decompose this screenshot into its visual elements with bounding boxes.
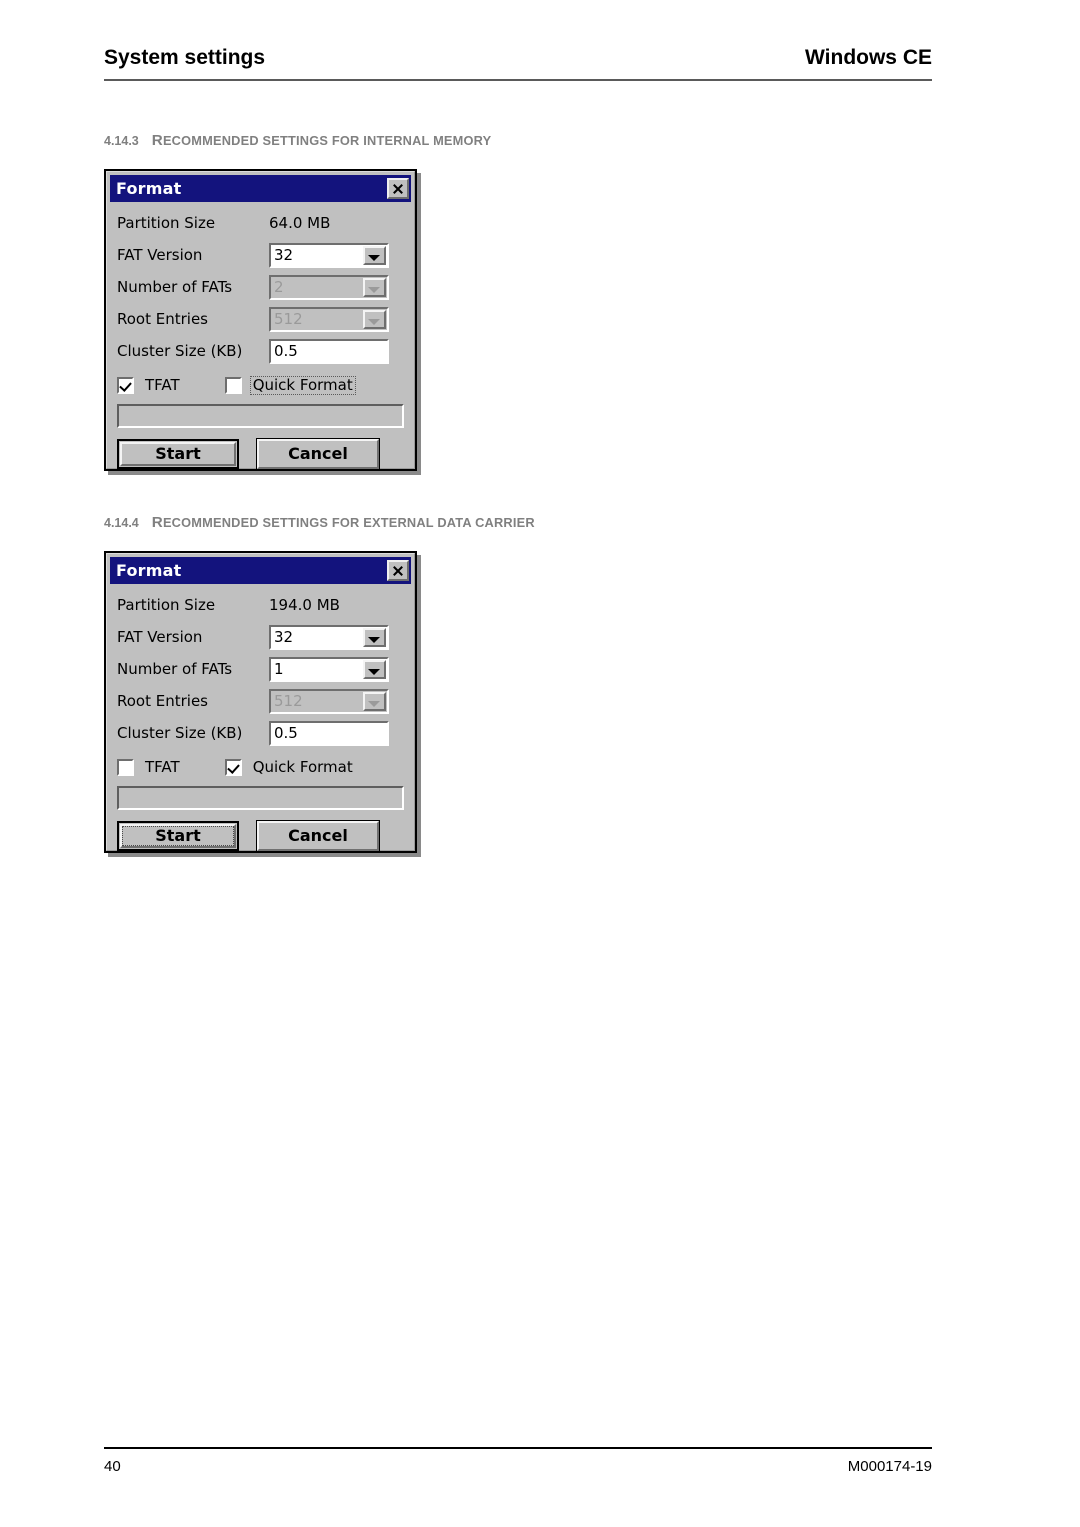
section-title-initial: R [151, 514, 163, 531]
dialog-inner-frame: Format Partition Size 194.0 MB FAT Versi… [106, 553, 415, 851]
tfat-label: TFAT [145, 375, 180, 394]
cancel-button[interactable]: Cancel [257, 821, 379, 851]
row-format-options: TFAT Quick Format [117, 749, 404, 783]
row-fat-version: FAT Version 32 [117, 239, 404, 271]
root-entries-label: Root Entries [117, 309, 208, 328]
section-title-rest: ECOMMENDED SETTINGS FOR INTERNAL MEMORY [162, 133, 492, 148]
section-heading-4-14-4: 4.14.4 RECOMMENDED SETTINGS FOR EXTERNAL … [104, 514, 535, 532]
partition-size-label: Partition Size [117, 213, 216, 232]
quick-format-checkbox[interactable] [224, 758, 242, 776]
chevron-down-icon[interactable] [363, 659, 386, 679]
header-left-title: System settings [104, 46, 266, 69]
section-title-rest: ECOMMENDED SETTINGS FOR EXTERNAL DATA CA… [162, 515, 535, 530]
quick-format-checkbox[interactable] [224, 376, 242, 394]
format-progress-bar [117, 786, 404, 810]
page-header: System settings Windows CE [104, 46, 932, 70]
row-number-of-fats: Number of FATs 2 [117, 271, 404, 303]
cluster-size-input[interactable]: 0.5 [269, 338, 389, 364]
partition-size-label: Partition Size [117, 595, 216, 614]
root-entries-label: Root Entries [117, 691, 208, 710]
dialog-body: Partition Size 194.0 MB FAT Version 32 N… [110, 584, 411, 861]
start-button[interactable]: Start [117, 439, 239, 469]
chevron-down-icon [363, 277, 386, 297]
row-number-of-fats: Number of FATs 1 [117, 653, 404, 685]
format-dialog-external-data-carrier[interactable]: Format Partition Size 194.0 MB FAT Versi… [104, 551, 417, 853]
fat-version-select[interactable]: 32 [269, 242, 389, 268]
section-title: RECOMMENDED SETTINGS FOR EXTERNAL DATA C… [151, 514, 535, 531]
tfat-checkbox[interactable] [117, 376, 134, 394]
footer-divider [104, 1447, 932, 1449]
partition-size-value: 194.0 MB [269, 595, 340, 614]
root-entries-select: 512 [269, 688, 389, 714]
chevron-down-icon[interactable] [363, 627, 386, 647]
row-partition-size: Partition Size 64.0 MB [117, 207, 404, 239]
section-number: 4.14.3 [104, 134, 139, 148]
root-entries-select: 512 [269, 306, 389, 332]
number-of-fats-select[interactable]: 1 [269, 656, 389, 682]
cluster-size-label: Cluster Size (KB) [117, 341, 243, 360]
quick-format-label: Quick Format [252, 757, 353, 776]
header-divider [104, 79, 932, 81]
dialog-title: Format [116, 178, 182, 198]
number-of-fats-label: Number of FATs [117, 659, 233, 678]
fat-version-value: 32 [274, 245, 294, 264]
document-number: M000174-19 [847, 1458, 932, 1475]
page-number: 40 [104, 1458, 121, 1475]
section-heading-4-14-3: 4.14.3 RECOMMENDED SETTINGS FOR INTERNAL … [104, 132, 491, 150]
quick-format-label: Quick Format [249, 375, 356, 395]
chevron-down-icon [363, 309, 386, 329]
number-of-fats-value: 1 [274, 659, 284, 678]
fat-version-label: FAT Version [117, 627, 203, 646]
start-button-face: Start [120, 824, 236, 848]
start-button-face: Start [120, 442, 236, 466]
close-icon[interactable] [387, 560, 409, 581]
format-progress-bar [117, 404, 404, 428]
section-number: 4.14.4 [104, 516, 139, 530]
chevron-down-icon [363, 691, 386, 711]
partition-size-value: 64.0 MB [269, 213, 331, 232]
dialog-titlebar[interactable]: Format [110, 175, 411, 202]
tfat-checkbox[interactable] [117, 758, 134, 776]
root-entries-value: 512 [274, 691, 303, 710]
row-root-entries: Root Entries 512 [117, 303, 404, 335]
tfat-checkbox-group[interactable]: TFAT [117, 375, 182, 394]
number-of-fats-label: Number of FATs [117, 277, 233, 296]
fat-version-value: 32 [274, 627, 294, 646]
dialog-button-row: Start Cancel [117, 821, 404, 851]
row-format-options: TFAT Quick Format [117, 367, 404, 401]
tfat-label: TFAT [145, 757, 180, 776]
fat-version-select[interactable]: 32 [269, 624, 389, 650]
number-of-fats-value: 2 [274, 277, 284, 296]
section-title: RECOMMENDED SETTINGS FOR INTERNAL MEMORY [151, 132, 492, 149]
close-icon[interactable] [387, 178, 409, 199]
start-button[interactable]: Start [117, 821, 239, 851]
number-of-fats-select: 2 [269, 274, 389, 300]
quick-format-checkbox-group[interactable]: Quick Format [224, 757, 355, 776]
chevron-down-icon[interactable] [363, 245, 386, 265]
cancel-button[interactable]: Cancel [257, 439, 379, 469]
quick-format-checkbox-group[interactable]: Quick Format [224, 375, 356, 395]
format-dialog-internal-memory[interactable]: Format Partition Size 64.0 MB FAT Versio… [104, 169, 417, 471]
root-entries-value: 512 [274, 309, 303, 328]
dialog-button-row: Start Cancel [117, 439, 404, 469]
dialog-title: Format [116, 560, 182, 580]
cluster-size-input[interactable]: 0.5 [269, 720, 389, 746]
dialog-titlebar[interactable]: Format [110, 557, 411, 584]
page-footer: 40 M000174-19 [104, 1458, 932, 1475]
row-cluster-size: Cluster Size (KB) 0.5 [117, 717, 404, 749]
tfat-checkbox-group[interactable]: TFAT [117, 757, 182, 776]
row-fat-version: FAT Version 32 [117, 621, 404, 653]
row-root-entries: Root Entries 512 [117, 685, 404, 717]
dialog-body: Partition Size 64.0 MB FAT Version 32 Nu… [110, 202, 411, 479]
dialog-inner-frame: Format Partition Size 64.0 MB FAT Versio… [106, 171, 415, 469]
header-right-title: Windows CE [805, 46, 932, 69]
row-partition-size: Partition Size 194.0 MB [117, 589, 404, 621]
fat-version-label: FAT Version [117, 245, 203, 264]
row-cluster-size: Cluster Size (KB) 0.5 [117, 335, 404, 367]
cluster-size-label: Cluster Size (KB) [117, 723, 243, 742]
section-title-initial: R [151, 132, 163, 149]
